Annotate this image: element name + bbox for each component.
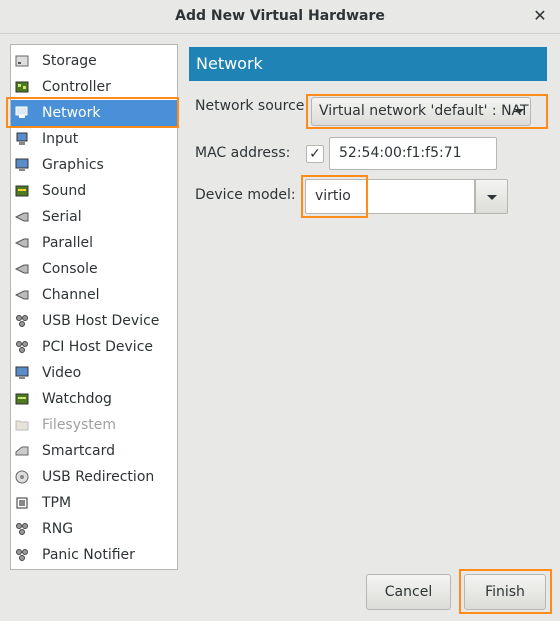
device-model-entry[interactable]: virtio — [305, 179, 475, 214]
close-icon: ✕ — [533, 6, 547, 25]
channel-icon — [14, 287, 30, 303]
network-source-dropdown[interactable]: Virtual network 'default' : NAT — [311, 97, 531, 126]
network-source-label: Network source: — [195, 98, 310, 114]
sidebar-item-label: Watchdog — [42, 391, 112, 407]
sidebar-item-label: Sound — [42, 183, 87, 199]
watchdog-icon — [14, 391, 30, 407]
sidebar-item-label: Video — [42, 365, 82, 381]
console-icon — [14, 261, 30, 277]
smartcard-icon — [14, 443, 30, 459]
panic-notifier-icon — [14, 547, 30, 563]
parallel-icon — [14, 235, 30, 251]
sidebar-item-label: Network — [42, 105, 101, 121]
sidebar-item-usb-host-device[interactable]: USB Host Device — [11, 308, 177, 334]
hardware-type-list: Storage Controller Network Input Graphics Sou… — [10, 44, 178, 570]
sidebar-item-pci-host-device[interactable]: PCI Host Device — [11, 334, 177, 360]
checkmark-icon: ✓ — [309, 146, 321, 162]
input-icon — [14, 131, 30, 147]
usb-redirection-icon — [14, 469, 30, 485]
storage-icon — [14, 53, 30, 69]
sidebar-item-input[interactable]: Input — [11, 126, 177, 152]
close-button[interactable]: ✕ — [530, 6, 550, 26]
sidebar-item-label: Serial — [42, 209, 82, 225]
usb-host-icon — [14, 313, 30, 329]
sidebar-item-label: PCI Host Device — [42, 339, 154, 355]
sidebar-item-parallel[interactable]: Parallel — [11, 230, 177, 256]
serial-icon — [14, 209, 30, 225]
video-icon — [14, 365, 30, 381]
sidebar-item-label: Filesystem — [42, 417, 117, 433]
sidebar-item-controller[interactable]: Controller — [11, 74, 177, 100]
sidebar-item-label: Parallel — [42, 235, 94, 251]
mac-address-field[interactable]: 52:54:00:f1:f5:71 — [329, 137, 497, 170]
network-source-value: Virtual network 'default' : NAT — [319, 103, 529, 119]
sidebar-item-label: TPM — [42, 495, 72, 511]
sidebar-item-label: Channel — [42, 287, 100, 303]
sidebar-item-label: Controller — [42, 79, 111, 95]
filesystem-icon — [14, 417, 30, 433]
sidebar-item-graphics[interactable]: Graphics — [11, 152, 177, 178]
sidebar-item-console[interactable]: Console — [11, 256, 177, 282]
controller-icon — [14, 79, 30, 95]
sidebar-item-label: Graphics — [42, 157, 104, 173]
sidebar-item-storage[interactable]: Storage — [11, 48, 177, 74]
sound-icon — [14, 183, 30, 199]
sidebar-item-filesystem[interactable]: Filesystem — [11, 412, 177, 438]
device-model-label: Device model: — [195, 187, 296, 203]
pci-host-icon — [14, 339, 30, 355]
sidebar-item-label: Console — [42, 261, 98, 277]
sidebar-item-serial[interactable]: Serial — [11, 204, 177, 230]
sidebar-item-rng[interactable]: RNG — [11, 516, 177, 542]
rng-icon — [14, 521, 30, 537]
network-icon — [14, 105, 30, 121]
sidebar-item-network[interactable]: Network — [11, 100, 177, 126]
tpm-icon — [14, 495, 30, 511]
sidebar-item-tpm[interactable]: TPM — [11, 490, 177, 516]
cancel-button[interactable]: Cancel — [366, 574, 451, 610]
sidebar-item-label: Storage — [42, 53, 97, 69]
chevron-down-icon — [514, 109, 524, 114]
device-model-dropdown-button[interactable] — [475, 179, 508, 214]
sidebar-item-watchdog[interactable]: Watchdog — [11, 386, 177, 412]
sidebar-item-label: Smartcard — [42, 443, 116, 459]
graphics-icon — [14, 157, 30, 173]
sidebar-item-label: USB Redirection — [42, 469, 155, 485]
window-title: Add New Virtual Hardware — [175, 8, 385, 24]
mac-address-checkbox[interactable]: ✓ — [306, 145, 324, 163]
sidebar-item-label: Input — [42, 131, 79, 147]
sidebar-item-smartcard[interactable]: Smartcard — [11, 438, 177, 464]
chevron-down-icon — [487, 195, 497, 200]
sidebar-item-usb-redirection[interactable]: USB Redirection — [11, 464, 177, 490]
sidebar-item-panic-notifier[interactable]: Panic Notifier — [11, 542, 177, 568]
sidebar-item-label: Panic Notifier — [42, 547, 135, 563]
window-titlebar: Add New Virtual Hardware ✕ — [0, 0, 560, 34]
mac-address-label: MAC address: — [195, 145, 291, 161]
sidebar-item-label: USB Host Device — [42, 313, 160, 329]
sidebar-item-channel[interactable]: Channel — [11, 282, 177, 308]
sidebar-item-label: RNG — [42, 521, 74, 537]
sidebar-item-video[interactable]: Video — [11, 360, 177, 386]
sidebar-item-sound[interactable]: Sound — [11, 178, 177, 204]
page-title: Network — [189, 47, 547, 81]
finish-button[interactable]: Finish — [464, 574, 546, 610]
